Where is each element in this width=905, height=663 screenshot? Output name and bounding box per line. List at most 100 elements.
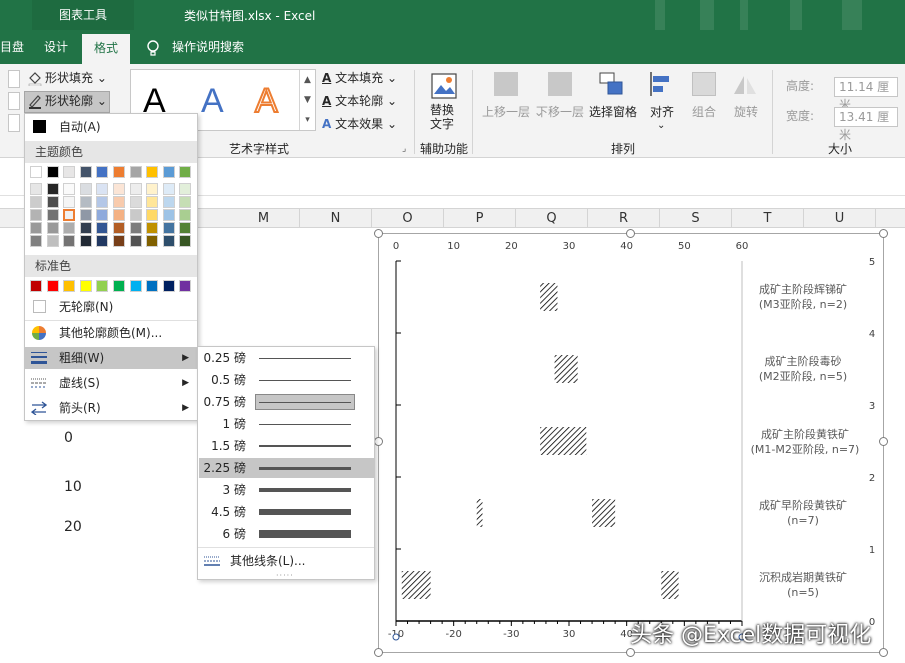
theme-color-swatch[interactable] [162,209,175,221]
theme-color-swatch[interactable] [96,166,109,178]
theme-color-swatch[interactable] [179,222,192,234]
resize-handle[interactable] [879,437,888,446]
theme-color-swatch[interactable] [96,196,109,208]
height-input[interactable]: 11.14 厘米 [834,77,898,112]
theme-color-swatch[interactable] [179,166,192,178]
theme-color-swatch[interactable] [30,196,42,208]
text-fill-button[interactable]: A 文本填充 ⌄ [322,68,397,88]
width-input[interactable]: 13.41 厘米 [834,107,898,142]
theme-color-swatch[interactable] [129,183,142,195]
theme-color-swatch[interactable] [113,222,125,234]
column-header[interactable]: P [444,209,516,228]
theme-color-swatch[interactable] [30,166,42,178]
standard-color-swatch[interactable] [46,280,59,292]
theme-color-swatch[interactable] [46,222,59,234]
column-header[interactable]: O [372,209,444,228]
theme-color-swatch[interactable] [96,183,109,195]
tab-design[interactable]: 设计 [44,30,68,64]
wordart-gallery-scroll[interactable]: ▲ ▼ ▾ [299,70,315,130]
theme-color-swatch[interactable] [162,183,175,195]
theme-color-swatch[interactable] [30,209,42,221]
theme-color-swatch[interactable] [46,183,59,195]
cell-value[interactable]: 10 [64,479,82,495]
weight-option[interactable]: 3 磅 [199,480,374,500]
column-header[interactable]: T [732,209,804,228]
resize-handle[interactable] [626,229,635,238]
theme-color-swatch[interactable] [113,166,125,178]
theme-color-swatch[interactable] [30,222,42,234]
theme-color-swatch[interactable] [63,209,76,221]
standard-color-swatch[interactable] [30,280,42,292]
resize-handle[interactable] [374,648,383,657]
menu-item-more-lines[interactable]: 其他线条(L)... [198,550,374,572]
theme-color-swatch[interactable] [79,209,92,221]
weight-option[interactable]: 0.5 磅 [199,370,374,390]
rotate-button[interactable]: 旋转 [734,102,758,122]
theme-color-swatch[interactable] [162,166,175,178]
theme-color-swatch[interactable] [179,196,192,208]
theme-color-swatch[interactable] [79,235,92,247]
theme-color-swatch[interactable] [63,235,76,247]
theme-color-swatch[interactable] [129,196,142,208]
column-header[interactable]: R [588,209,660,228]
column-header[interactable]: U [804,209,876,228]
theme-color-swatch[interactable] [46,235,59,247]
cell-value[interactable]: 20 [64,519,82,535]
standard-color-swatch[interactable] [162,280,175,292]
column-header[interactable]: N [300,209,372,228]
theme-color-swatch[interactable] [63,196,76,208]
standard-color-swatch[interactable] [179,280,192,292]
partial-control[interactable] [8,92,20,110]
theme-color-swatch[interactable] [179,209,192,221]
menu-item-arrows[interactable]: 箭头(R) ▶ [25,397,197,419]
weight-option[interactable]: 0.75 磅 [199,392,374,412]
theme-color-swatch[interactable] [30,183,42,195]
weight-option[interactable]: 1.5 磅 [199,436,374,456]
text-outline-button[interactable]: A 文本轮廓 ⌄ [322,91,397,111]
resize-grip-icon[interactable]: ····· [276,571,294,580]
theme-color-swatch[interactable] [79,222,92,234]
column-header[interactable]: S [660,209,732,228]
standard-color-swatch[interactable] [96,280,109,292]
dialog-launcher-icon[interactable]: ⌟ [402,144,406,154]
resize-handle[interactable] [879,229,888,238]
theme-color-swatch[interactable] [30,235,42,247]
theme-color-swatch[interactable] [179,235,192,247]
standard-color-swatch[interactable] [113,280,125,292]
theme-color-swatch[interactable] [96,209,109,221]
theme-color-swatch[interactable] [46,166,59,178]
theme-color-swatch[interactable] [46,196,59,208]
standard-color-swatch[interactable] [129,280,142,292]
menu-item-auto[interactable]: 自动(A) [25,116,197,138]
partial-control[interactable] [8,114,20,132]
menu-item-no-outline[interactable]: 无轮廓(N) [25,296,197,318]
weight-option[interactable]: 1 磅 [199,414,374,434]
text-effect-button[interactable]: A 文本效果 ⌄ [322,114,397,134]
menu-item-weight[interactable]: 粗细(W) ▶ [25,347,197,369]
theme-color-swatch[interactable] [179,183,192,195]
bring-forward-button[interactable]: 上移一层 ⌄ [482,102,544,122]
theme-color-swatch[interactable] [146,166,159,178]
column-header[interactable]: M [228,209,300,228]
resize-handle[interactable] [626,648,635,657]
resize-handle[interactable] [374,229,383,238]
cell-value[interactable]: 0 [64,430,73,446]
tab-search[interactable]: 操作说明搜索 [172,30,244,64]
group-button[interactable]: 组合 [692,102,716,122]
wordart-style-orange[interactable]: A [254,81,279,121]
standard-color-swatch[interactable] [63,280,76,292]
resize-handle[interactable] [879,648,888,657]
weight-option[interactable]: 4.5 磅 [199,502,374,522]
theme-color-swatch[interactable] [113,196,125,208]
theme-color-swatch[interactable] [96,235,109,247]
theme-color-swatch[interactable] [129,222,142,234]
theme-color-swatch[interactable] [113,183,125,195]
theme-color-swatch[interactable] [63,222,76,234]
standard-color-swatch[interactable] [146,280,159,292]
theme-color-swatch[interactable] [96,222,109,234]
weight-option[interactable]: 0.25 磅 [199,348,374,368]
theme-color-swatch[interactable] [162,196,175,208]
menu-item-more-colors[interactable]: 其他轮廓颜色(M)... [25,322,197,344]
wordart-style-blue[interactable]: A [201,82,224,121]
theme-color-swatch[interactable] [113,235,125,247]
